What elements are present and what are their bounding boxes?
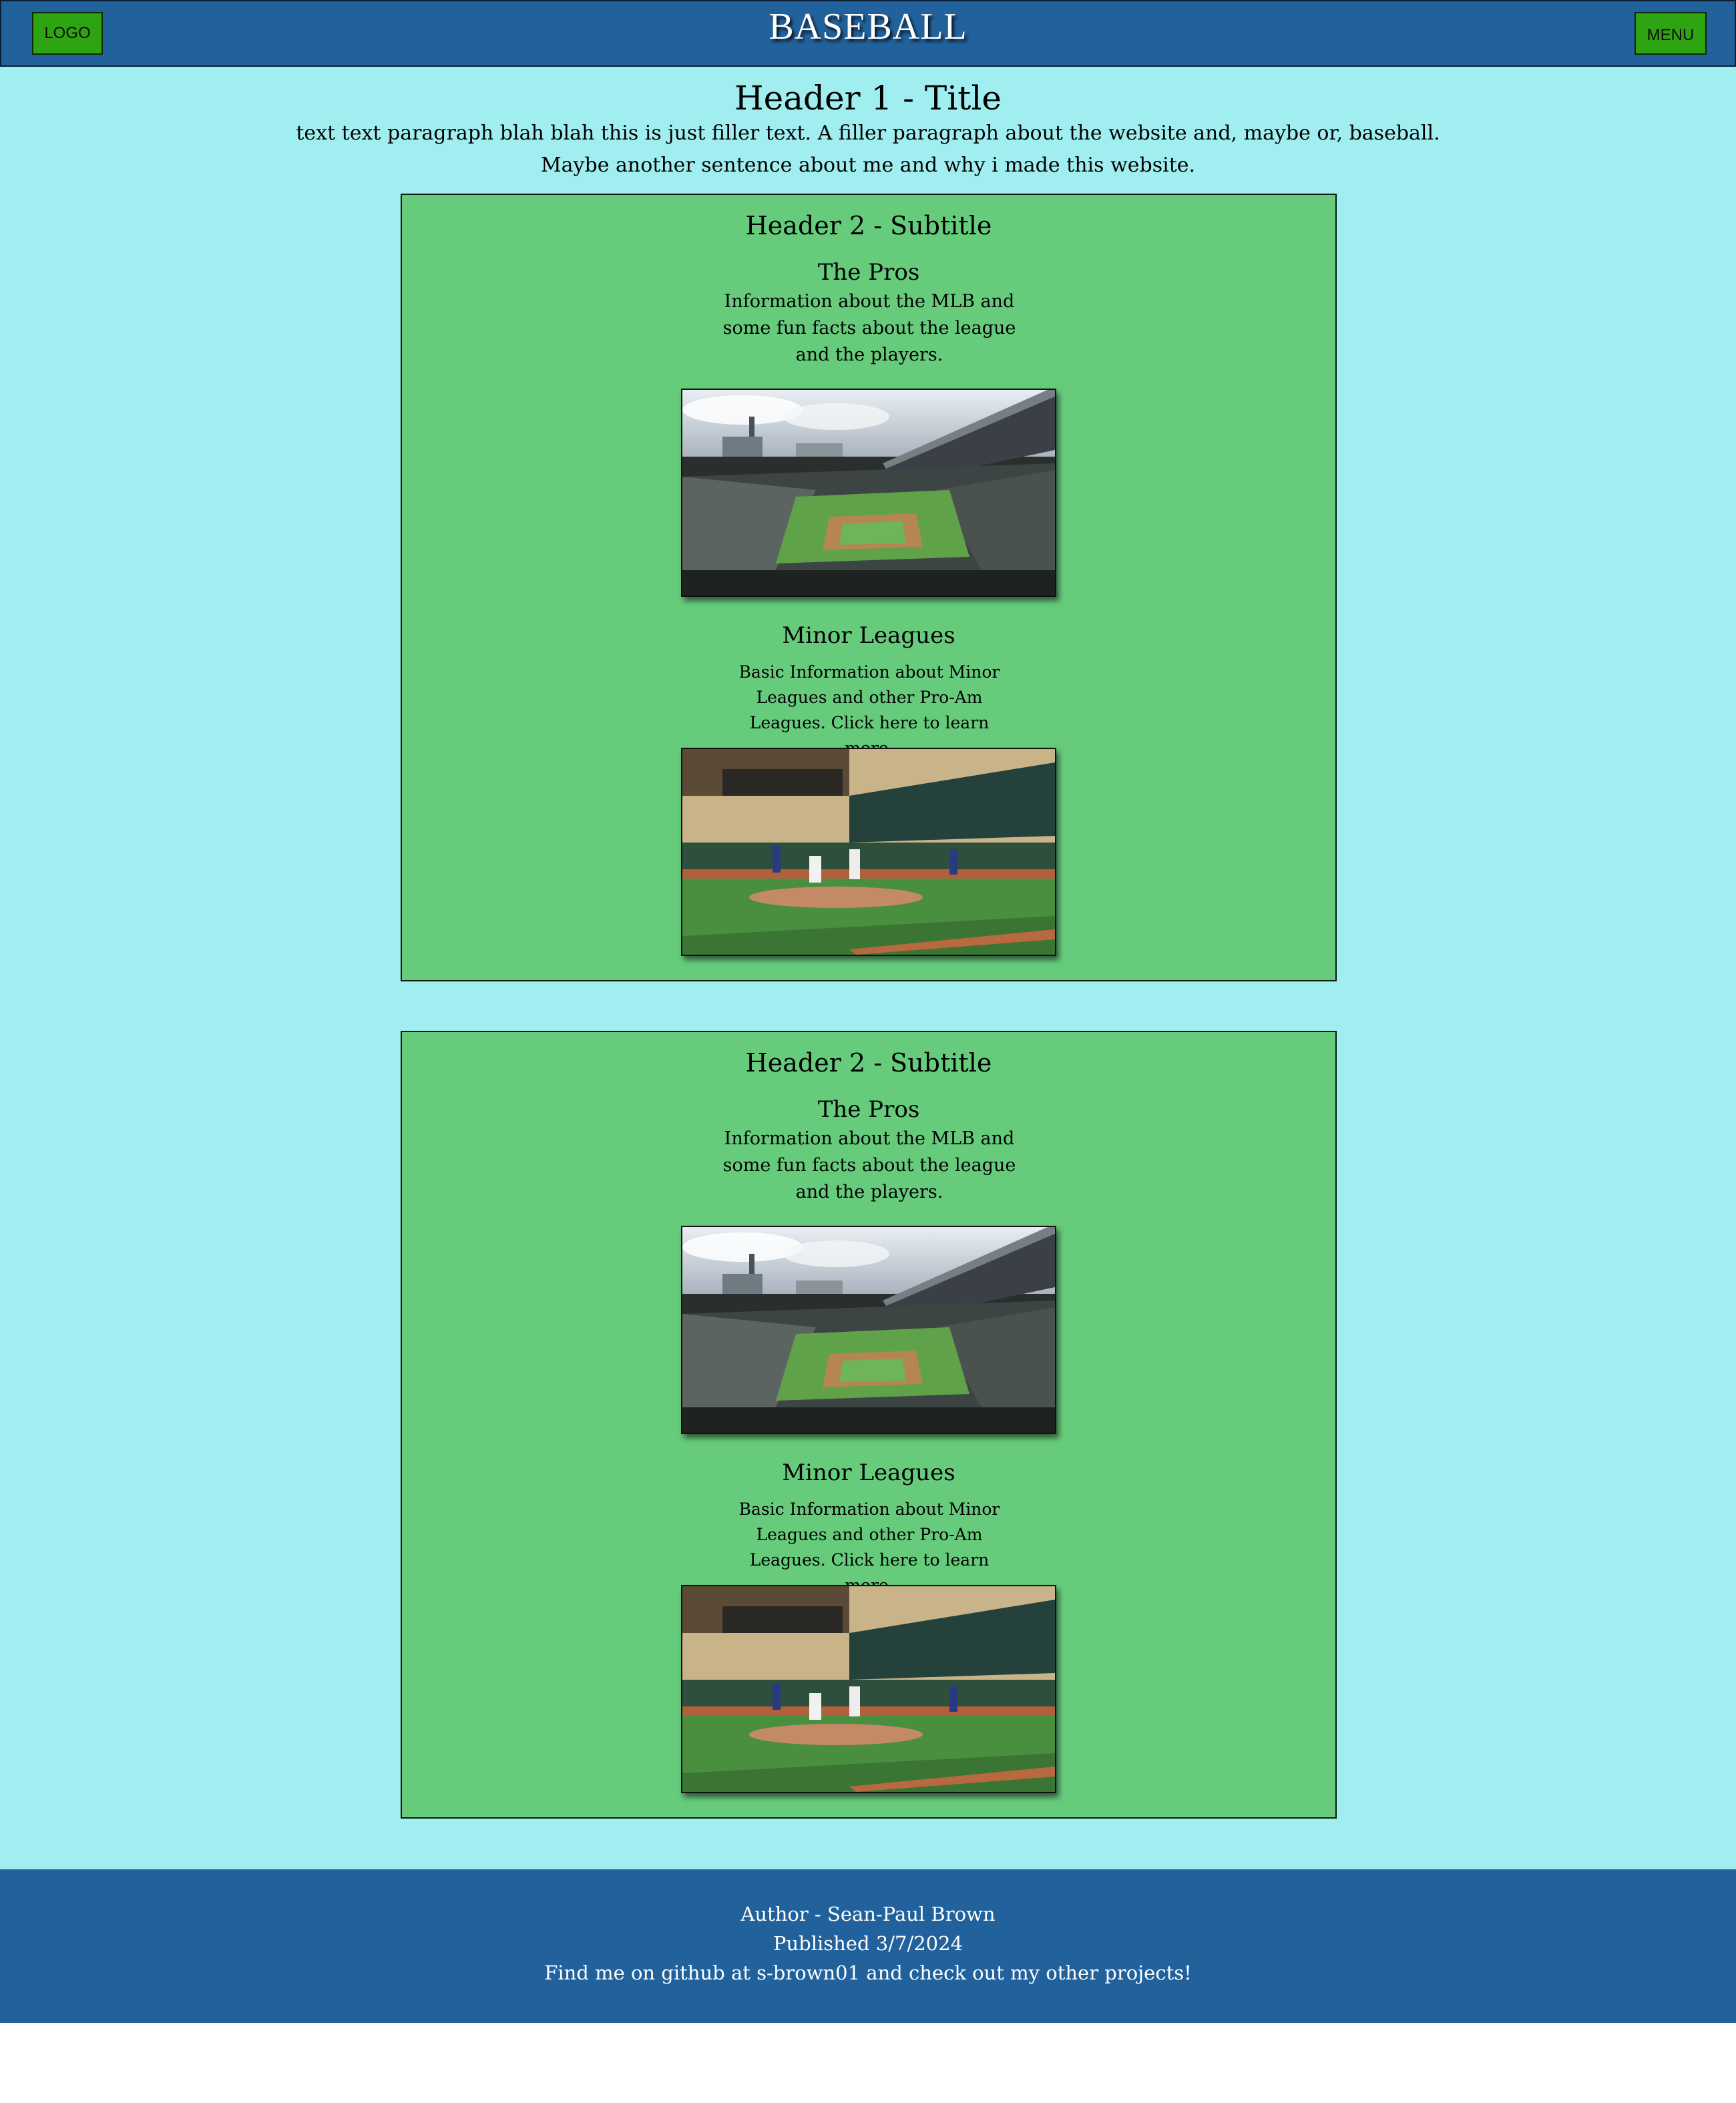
minor-league-game-image [682, 1586, 1055, 1792]
menu-button[interactable]: MENU [1635, 12, 1707, 55]
minor-leagues-heading: Minor Leagues [782, 1459, 955, 1486]
minor-league-game-photo [681, 1585, 1056, 1793]
content-section-1: Header 2 - Subtitle The Pros Information… [401, 194, 1337, 981]
stadium-photo-image [682, 1227, 1055, 1433]
minor-league-game-photo [681, 748, 1056, 956]
site-header: LOGO BASEBALL MENU [0, 0, 1736, 67]
minor-leagues-text[interactable]: Basic Information about Minor Leagues an… [729, 660, 1010, 761]
section-title: Header 2 - Subtitle [745, 211, 992, 240]
footer-published-date: Published 3/7/2024 [773, 1932, 963, 1955]
stadium-photo [681, 1226, 1056, 1434]
content-section-2: Header 2 - Subtitle The Pros Information… [401, 1031, 1337, 1819]
pros-heading: The Pros [817, 1096, 920, 1123]
page-title: Header 1 - Title [734, 79, 1002, 118]
pros-heading: The Pros [817, 259, 920, 286]
section-title: Header 2 - Subtitle [745, 1048, 992, 1078]
stadium-photo [681, 389, 1056, 597]
minor-league-game-image [682, 749, 1055, 955]
pros-text: Information about the MLB and some fun f… [722, 291, 1016, 365]
intro-paragraph: text text paragraph blah blah this is ju… [296, 122, 1440, 177]
site-title: BASEBALL [769, 6, 967, 47]
stadium-photo-image [682, 390, 1055, 596]
footer-github-link[interactable]: Find me on github at s-brown01 and check… [0, 1961, 1736, 1984]
site-footer: Author - Sean-Paul Brown Published 3/7/2… [0, 1869, 1736, 2023]
minor-leagues-text[interactable]: Basic Information about Minor Leagues an… [729, 1497, 1010, 1598]
pros-text: Information about the MLB and some fun f… [722, 1128, 1016, 1202]
minor-leagues-heading: Minor Leagues [782, 622, 955, 649]
footer-author: Author - Sean-Paul Brown [740, 1903, 996, 1925]
page-background: LOGO BASEBALL MENU Header 1 - Title text… [0, 0, 1736, 2023]
